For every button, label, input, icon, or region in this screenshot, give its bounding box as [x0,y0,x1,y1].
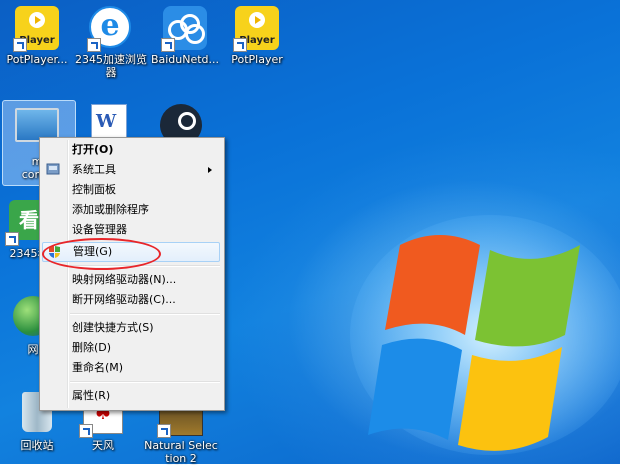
menu-item-properties[interactable]: 属性(R) [42,386,220,406]
desktop-icon-2345-browser[interactable]: e 2345加速浏览器 [74,6,148,79]
menu-separator [70,381,220,383]
desktop-icon-label: 2345加速浏览器 [75,53,147,79]
desktop-icon-label: 回收站 [20,439,54,452]
shortcut-arrow-icon [79,424,93,438]
menu-item-device-manager[interactable]: 设备管理器 [42,220,220,240]
menu-item-add-remove-programs[interactable]: 添加或删除程序 [42,200,220,220]
shortcut-arrow-icon [87,38,101,52]
menu-separator [70,265,220,267]
shortcut-arrow-icon [157,424,171,438]
shortcut-arrow-icon [5,232,19,246]
menu-item-create-shortcut[interactable]: 创建快捷方式(S) [42,318,220,338]
shortcut-arrow-icon [13,38,27,52]
submenu-arrow-icon [208,167,212,173]
desktop-icon-potplayer-2[interactable]: Player PotPlayer [220,6,294,66]
shield-icon [49,246,60,258]
menu-separator [70,313,220,315]
menu-item-disconnect-network-drive[interactable]: 断开网络驱动器(C)... [42,290,220,310]
shortcut-arrow-icon [233,38,247,52]
desktop-icon-label: 天风 [92,439,114,452]
shortcut-arrow-icon [161,38,175,52]
menu-item-open[interactable]: 打开(O) [42,140,220,160]
desktop-icon-label: Natural Selection 2 [144,439,218,465]
context-menu: 打开(O) 系统工具 控制面板 添加或删除程序 设备管理器 管理(G) 映射网络… [39,137,225,411]
system-tools-icon [46,163,60,175]
desktop-icon-label: PotPlayer [231,53,283,66]
menu-item-control-panel[interactable]: 控制面板 [42,180,220,200]
menu-item-delete[interactable]: 删除(D) [42,338,220,358]
desktop-icon-potplayer-1[interactable]: Player PotPlayer... [0,6,74,66]
windows-logo [350,215,620,455]
menu-item-map-network-drive[interactable]: 映射网络驱动器(N)... [42,270,220,290]
desktop-icon-label: PotPlayer... [6,53,68,66]
desktop-icon-label: BaiduNetd... [150,53,220,66]
menu-item-system-tools[interactable]: 系统工具 [42,160,220,180]
menu-item-manage[interactable]: 管理(G) [42,242,220,262]
desktop-icon-baidu-netdisk[interactable]: BaiduNetd... [148,6,222,66]
menu-item-rename[interactable]: 重命名(M) [42,358,220,378]
